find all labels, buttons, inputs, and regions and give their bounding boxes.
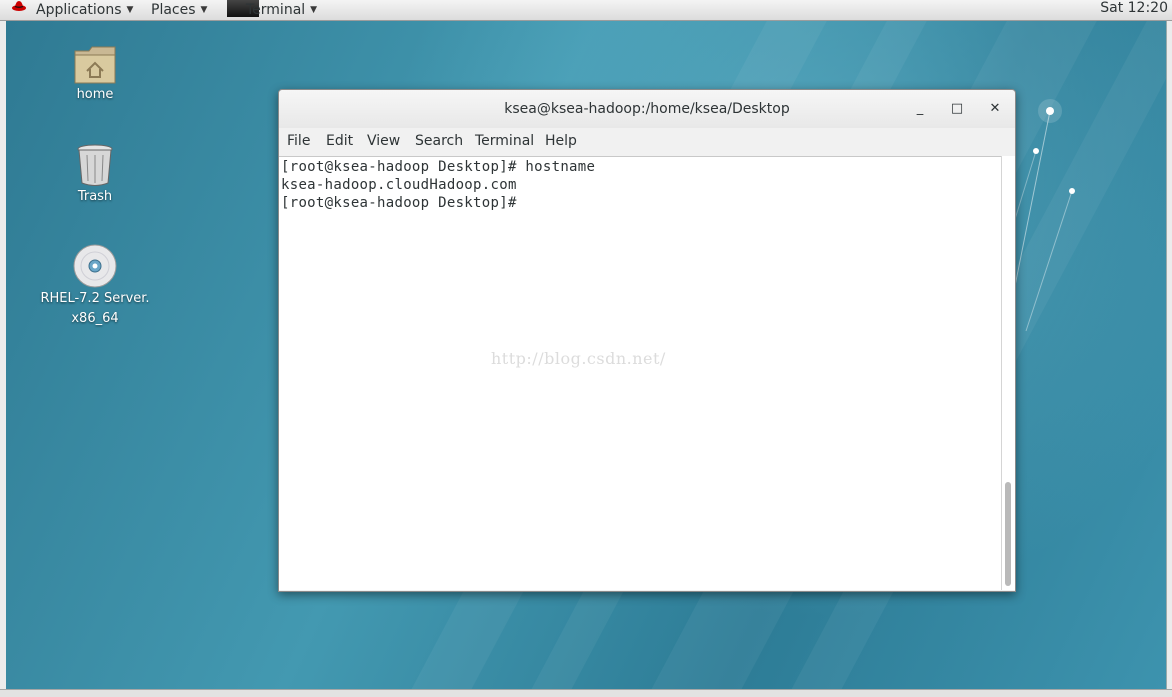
chevron-down-icon: ▼ [126, 5, 134, 15]
clock[interactable]: Sat 12:20 [1100, 0, 1168, 16]
window-title: ksea@ksea-hadoop:/home/ksea/Desktop [504, 101, 790, 117]
menu-search[interactable]: Search [415, 133, 463, 149]
redhat-logo-icon [12, 1, 26, 11]
right-frame [1166, 21, 1172, 689]
maximize-button[interactable]: □ [948, 100, 966, 118]
places-label: Places [151, 2, 196, 18]
menu-view[interactable]: View [367, 133, 400, 149]
chevron-down-icon: ▼ [310, 5, 318, 15]
desktop-icon-label: x86_64 [71, 311, 119, 326]
terminal-line: [root@ksea-hadoop Desktop]# hostname [281, 159, 596, 175]
top-panel: Applications ▼ Places ▼ Terminal ▼ Sat 1… [0, 0, 1172, 21]
applications-label: Applications [36, 2, 122, 18]
menu-terminal[interactable]: Terminal [475, 133, 534, 149]
places-menu[interactable]: Places ▼ [151, 0, 207, 20]
desktop-icon-label: Trash [77, 189, 113, 204]
applications-menu[interactable]: Applications ▼ [36, 0, 133, 20]
watermark: http://blog.csdn.net/ [491, 349, 666, 368]
desktop-icon-label: home [76, 87, 114, 102]
desktop-icon-home[interactable]: home [40, 43, 150, 105]
menu-bar: File Edit View Search Terminal Help [279, 130, 1015, 154]
chevron-down-icon: ▼ [200, 5, 208, 15]
minimize-button[interactable]: _ [911, 100, 929, 118]
trash-icon [77, 144, 113, 186]
terminal-output[interactable]: [root@ksea-hadoop Desktop]# hostname kse… [279, 156, 1001, 590]
menu-help[interactable]: Help [545, 133, 577, 149]
terminal-app-menu[interactable]: Terminal ▼ [246, 0, 317, 20]
terminal-app-label: Terminal [246, 2, 306, 18]
menu-edit[interactable]: Edit [326, 133, 353, 149]
desktop-icon-label: RHEL-7.2 Server. [40, 291, 150, 306]
scrollbar-thumb[interactable] [1005, 482, 1011, 586]
folder-home-icon [74, 46, 116, 84]
desktop-icon-trash[interactable]: Trash [40, 143, 150, 207]
title-bar[interactable]: ksea@ksea-hadoop:/home/ksea/Desktop _ □ … [279, 90, 1015, 128]
terminal-line: ksea-hadoop.cloudHadoop.com [281, 177, 517, 193]
desktop-icon-rhel-disc[interactable]: RHEL-7.2 Server. x86_64 [40, 243, 150, 329]
close-button[interactable]: ✕ [986, 100, 1004, 118]
vertical-scrollbar[interactable] [1001, 156, 1015, 590]
menu-file[interactable]: File [287, 133, 310, 149]
terminal-line: [root@ksea-hadoop Desktop]# [281, 195, 517, 211]
terminal-window[interactable]: ksea@ksea-hadoop:/home/ksea/Desktop _ □ … [278, 89, 1016, 592]
optical-disc-icon [73, 244, 117, 288]
